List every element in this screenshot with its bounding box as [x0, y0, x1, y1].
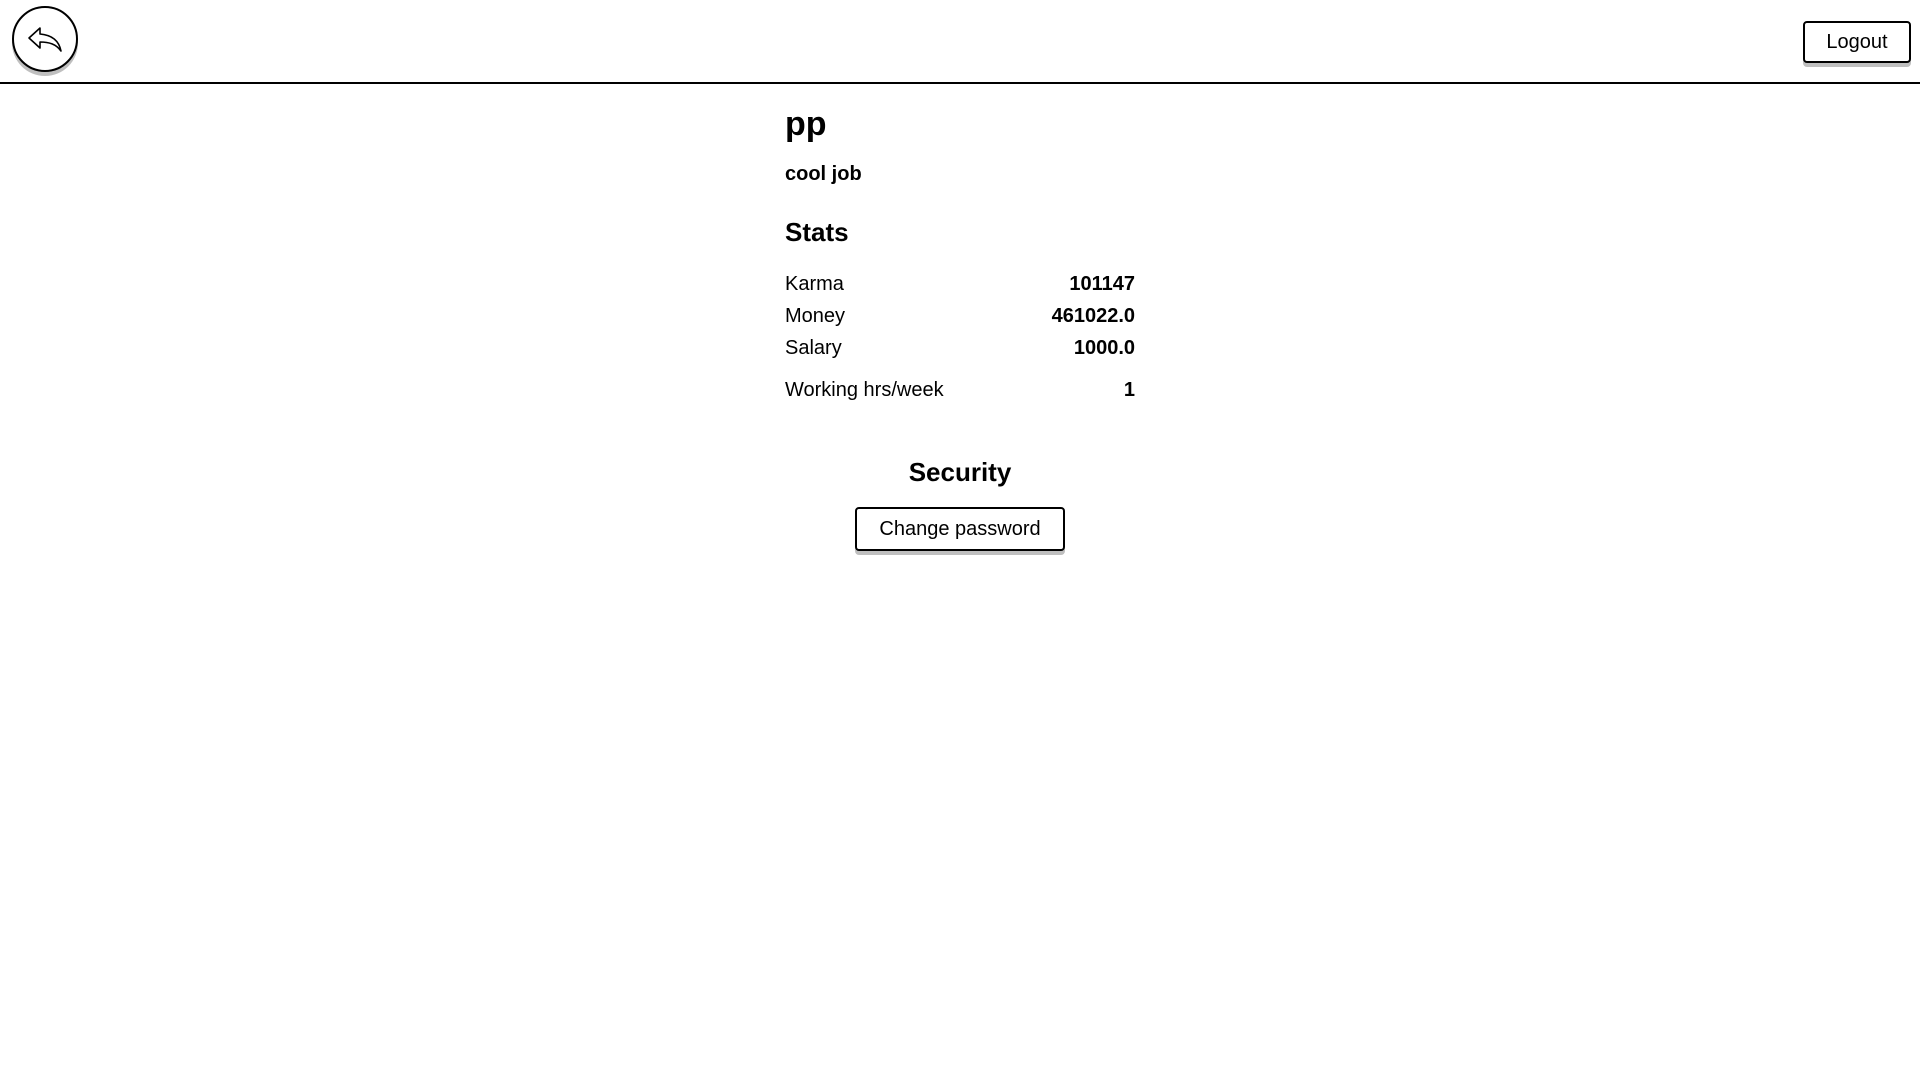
back-button[interactable]	[12, 6, 78, 72]
stat-row-karma: Karma 101147	[785, 268, 1135, 300]
stat-value: 101147	[1069, 272, 1135, 295]
reply-arrow-icon	[27, 24, 63, 54]
logout-button[interactable]: Logout	[1803, 21, 1911, 63]
profile-section: pp cool job Stats Karma 101147 Money 461…	[785, 102, 1135, 406]
security-heading: Security	[908, 457, 1012, 487]
stat-row-working-hours: Working hrs/week 1	[785, 374, 1135, 406]
stat-label: Money	[785, 304, 846, 327]
stats-list: Karma 101147 Money 461022.0 Salary 1000.…	[785, 268, 1135, 406]
stat-value: 1	[1123, 378, 1135, 401]
username: pp	[785, 105, 827, 143]
change-password-button[interactable]: Change password	[855, 507, 1065, 551]
job-title: cool job	[785, 163, 862, 185]
stats-heading: Stats	[785, 217, 849, 247]
stat-row-money: Money 461022.0	[785, 300, 1135, 332]
stat-value: 461022.0	[1051, 304, 1135, 327]
stat-label: Salary	[785, 336, 842, 359]
stat-row-salary: Salary 1000.0	[785, 332, 1135, 364]
stat-value: 1000.0	[1073, 336, 1135, 359]
security-section: Security Change password	[785, 453, 1135, 551]
stat-label: Working hrs/week	[785, 378, 944, 401]
top-bar: Logout	[0, 0, 1920, 84]
stat-label: Karma	[785, 272, 844, 295]
